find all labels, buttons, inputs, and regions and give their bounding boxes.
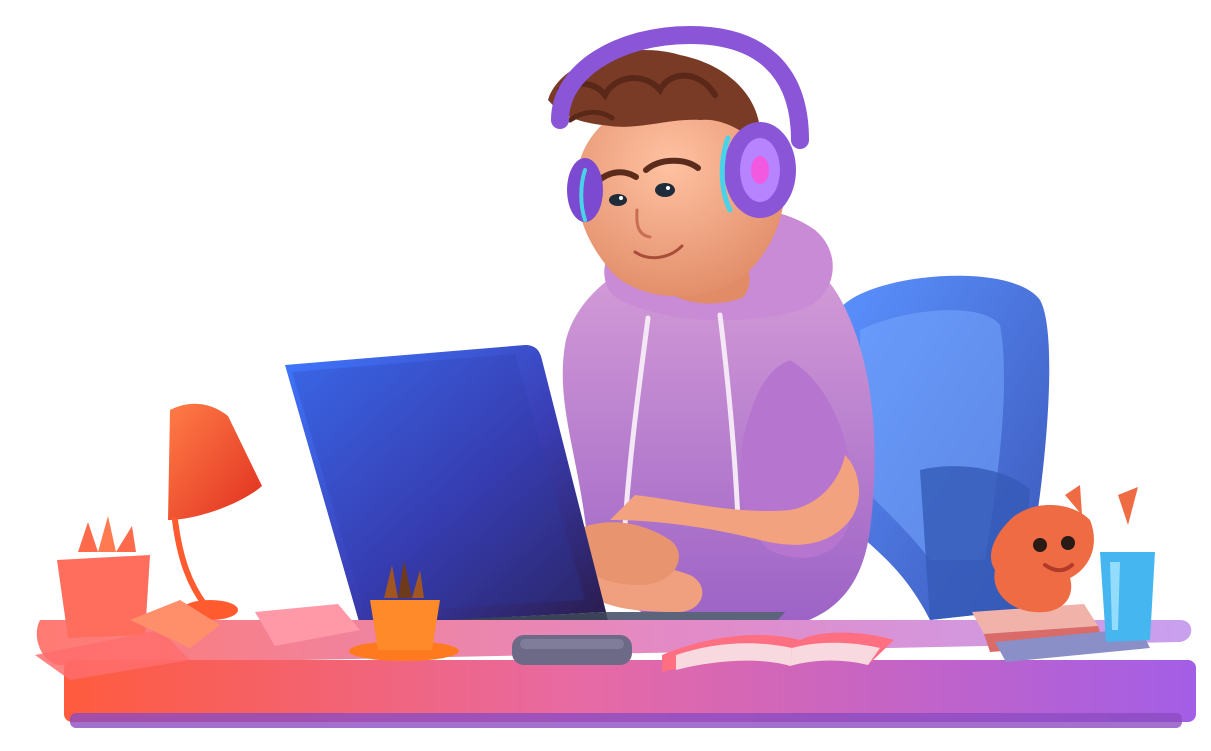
desk-lamp-icon: [168, 403, 262, 620]
mouse-icon: [512, 635, 632, 665]
illustration-scene: [35, 25, 1196, 728]
glass-icon: [1100, 552, 1155, 642]
